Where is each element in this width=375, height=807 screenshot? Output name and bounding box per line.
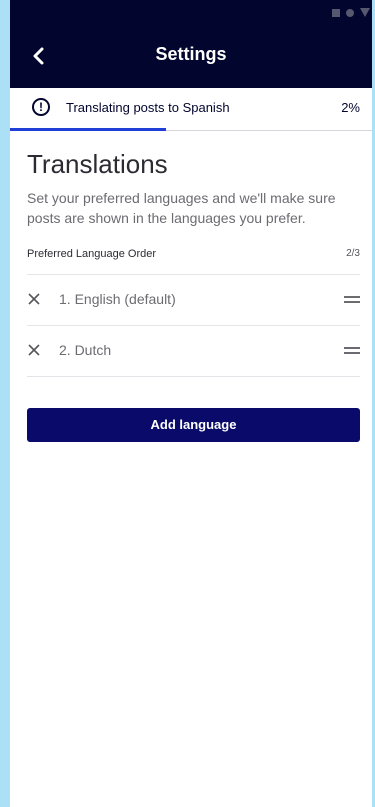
status-bar <box>10 0 372 24</box>
language-label: 2. Dutch <box>59 342 112 358</box>
status-icons <box>332 8 370 17</box>
phone-screen: Settings ! Translating posts to Spanish … <box>10 0 372 807</box>
progress-label: Translating posts to Spanish <box>66 100 230 115</box>
home-icon <box>346 8 354 17</box>
close-icon[interactable] <box>27 292 41 306</box>
list-item[interactable]: 2. Dutch <box>27 326 360 377</box>
drag-handle-icon[interactable] <box>344 296 360 304</box>
section-title: Translations <box>27 149 168 179</box>
add-language-button[interactable]: Add language <box>27 408 360 442</box>
back-button[interactable] <box>22 40 54 72</box>
order-count: 2/3 <box>346 248 360 259</box>
order-label: Preferred Language Order <box>27 248 157 260</box>
chevron-left-icon <box>33 47 44 65</box>
close-icon[interactable] <box>27 343 41 357</box>
translation-progress-banner: ! Translating posts to Spanish 2% <box>10 88 372 131</box>
progress-bar-fill <box>10 128 166 131</box>
order-header: Preferred Language Order 2/3 <box>27 244 360 264</box>
page-title: Settings <box>155 44 227 64</box>
list-item[interactable]: 1. English (default) <box>27 275 360 326</box>
alert-circle-icon: ! <box>32 98 50 116</box>
progress-bar <box>10 128 372 131</box>
signal-icon <box>360 8 370 17</box>
section-description: Set your preferred languages and we'll m… <box>27 190 336 226</box>
progress-percent: 2% <box>341 100 360 115</box>
language-label: 1. English (default) <box>59 291 176 307</box>
recent-apps-icon <box>332 8 340 17</box>
language-list: 1. English (default) 2. Dutch <box>27 274 360 377</box>
app-bar: Settings <box>10 24 372 88</box>
translations-section: Translations Set your preferred language… <box>27 148 360 377</box>
drag-handle-icon[interactable] <box>344 347 360 355</box>
